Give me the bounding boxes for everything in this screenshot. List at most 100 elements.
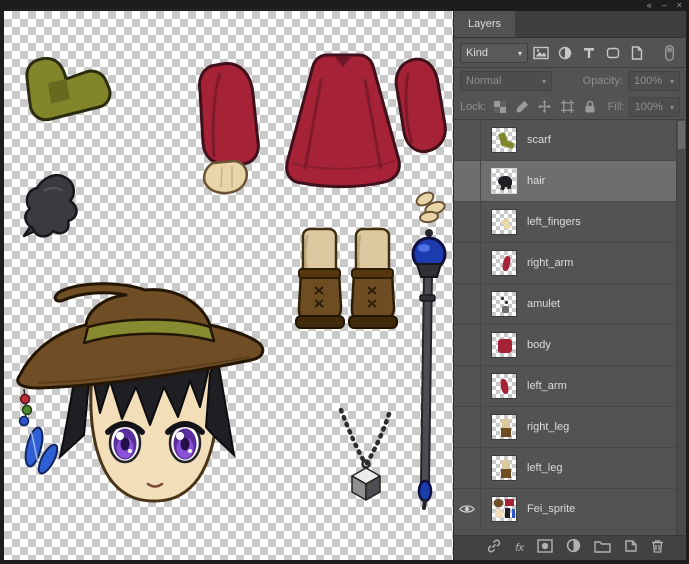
new-layer-icon[interactable] [624, 539, 638, 558]
visibility-toggle[interactable] [454, 489, 481, 529]
window-titlebar: « – × [0, 0, 689, 11]
thumbnail-art [502, 460, 510, 469]
minimize-window-icon[interactable]: – [662, 1, 667, 10]
close-window-icon[interactable]: × [677, 1, 682, 10]
visibility-toggle[interactable] [454, 243, 481, 283]
layer-thumbnail[interactable] [491, 496, 517, 522]
type-filter-icon[interactable] [578, 43, 600, 63]
layer-row[interactable]: right_leg [454, 407, 686, 448]
layer-thumbnail[interactable] [491, 209, 517, 235]
lock-transparency-icon[interactable] [490, 97, 509, 116]
layer-row[interactable]: hair [454, 161, 686, 202]
layer-thumbnail[interactable] [491, 373, 517, 399]
collapse-panels-icon[interactable]: « [647, 1, 652, 10]
blend-mode-value: Normal [466, 75, 501, 87]
right-eye [168, 424, 202, 462]
fingers-sprite [414, 190, 446, 223]
smart-object-filter-icon[interactable] [626, 43, 648, 63]
layer-row[interactable]: Fei_sprite [454, 489, 686, 530]
chevron-down-icon [513, 47, 522, 59]
layer-thumbnail[interactable] [491, 414, 517, 440]
scrollbar-thumb[interactable] [678, 121, 685, 149]
layer-row[interactable]: right_arm [454, 243, 686, 284]
layer-thumbnail[interactable] [491, 291, 517, 317]
layer-style-icon[interactable]: fx [515, 542, 524, 554]
layer-name: right_leg [527, 421, 569, 433]
chevron-down-icon [537, 75, 546, 87]
visibility-toggle[interactable] [454, 202, 481, 242]
link-layers-icon[interactable] [486, 538, 502, 559]
visibility-toggle[interactable] [454, 120, 481, 160]
thumbnail-art [512, 509, 515, 518]
lock-position-icon[interactable] [536, 97, 555, 116]
layer-name: hair [527, 175, 545, 187]
lock-artboard-icon[interactable] [558, 97, 577, 116]
layer-row[interactable]: left_arm [454, 366, 686, 407]
adjustment-filter-icon[interactable] [554, 43, 576, 63]
thumbnail-art [505, 301, 508, 304]
delete-layer-icon[interactable] [651, 539, 664, 558]
left-arm-sprite [199, 64, 258, 194]
amulet-sprite [341, 410, 389, 500]
thumbnail-art [500, 378, 510, 394]
adjustment-layer-icon[interactable] [566, 538, 581, 558]
layer-list-scrollbar[interactable] [676, 120, 686, 535]
visibility-toggle[interactable] [454, 284, 481, 324]
fill-value: 100% [635, 101, 663, 113]
layer-name: left_fingers [527, 216, 581, 228]
layers-panel-footer: fx [454, 535, 686, 560]
layer-name: Fei_sprite [527, 503, 575, 515]
visibility-toggle[interactable] [454, 325, 481, 365]
thumbnail-art [501, 469, 511, 478]
thumbnail-art [498, 339, 512, 353]
blend-mode-dropdown[interactable]: Normal [460, 71, 552, 91]
layer-thumbnail[interactable] [491, 127, 517, 153]
scarf-sprite [27, 59, 110, 120]
layer-mask-icon[interactable] [537, 539, 553, 558]
layer-name: right_arm [527, 257, 573, 269]
lock-all-icon[interactable] [581, 97, 600, 116]
document-canvas[interactable] [4, 11, 453, 560]
tab-layers[interactable]: Layers [454, 11, 515, 37]
layer-thumbnail[interactable] [491, 332, 517, 358]
pixel-filter-icon[interactable] [530, 43, 552, 63]
visibility-toggle[interactable] [454, 407, 481, 447]
visibility-toggle[interactable] [454, 161, 481, 201]
visibility-toggle[interactable] [454, 366, 481, 406]
thumbnail-art [501, 297, 504, 300]
thumbnail-art [501, 428, 511, 437]
layer-thumbnail[interactable] [491, 455, 517, 481]
thumbnail-art [505, 499, 514, 506]
layer-list: scarf hair left_fingers right_arm amulet [454, 120, 686, 535]
thumbnail-art [502, 255, 512, 271]
layer-row[interactable]: scarf [454, 120, 686, 161]
left-eye [108, 424, 142, 462]
blend-mode-row: Normal Opacity: 100% [454, 68, 686, 94]
opacity-dropdown[interactable]: 100% [628, 71, 680, 91]
layer-row[interactable]: left_leg [454, 448, 686, 489]
visibility-toggle[interactable] [454, 448, 481, 488]
thumbnail-art [500, 183, 506, 191]
fill-label: Fill: [608, 101, 625, 113]
layer-name: scarf [527, 134, 551, 146]
layer-row[interactable]: left_fingers [454, 202, 686, 243]
filter-kind-label: Kind [466, 47, 488, 59]
layer-row[interactable]: body [454, 325, 686, 366]
layer-thumbnail[interactable] [491, 250, 517, 276]
fill-dropdown[interactable]: 100% [629, 97, 680, 117]
thumbnail-art [503, 224, 511, 230]
opacity-label: Opacity: [583, 75, 623, 87]
layer-row[interactable]: amulet [454, 284, 686, 325]
filter-kind-dropdown[interactable]: Kind [460, 43, 528, 63]
chevron-down-icon [665, 101, 674, 113]
lock-pixels-icon[interactable] [513, 97, 532, 116]
new-group-icon[interactable] [594, 539, 611, 558]
shape-filter-icon[interactable] [602, 43, 624, 63]
filter-toggle-icon[interactable] [658, 43, 680, 63]
lock-row: Lock: Fill: 100% [454, 94, 686, 120]
opacity-value: 100% [634, 75, 662, 87]
panel-tabstrip: Layers [454, 11, 686, 38]
layer-thumbnail[interactable] [491, 168, 517, 194]
layer-name: amulet [527, 298, 560, 310]
layer-name: body [527, 339, 551, 351]
